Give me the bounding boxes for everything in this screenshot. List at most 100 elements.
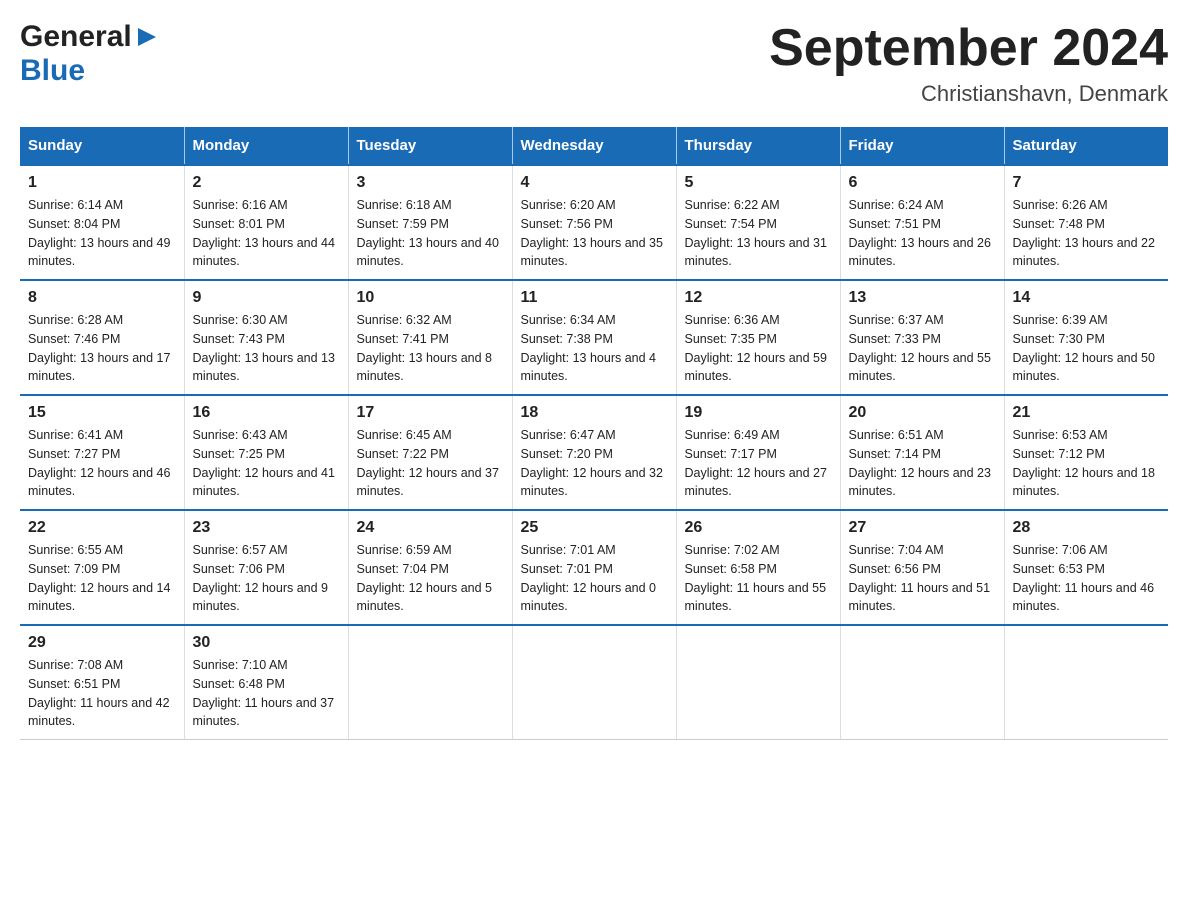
- day-info: Sunrise: 6:36 AMSunset: 7:35 PMDaylight:…: [685, 311, 832, 386]
- day-info: Sunrise: 6:47 AMSunset: 7:20 PMDaylight:…: [521, 426, 668, 501]
- calendar-week-row: 8 Sunrise: 6:28 AMSunset: 7:46 PMDayligh…: [20, 280, 1168, 395]
- day-number: 3: [357, 174, 504, 192]
- day-info: Sunrise: 6:39 AMSunset: 7:30 PMDaylight:…: [1013, 311, 1161, 386]
- calendar-cell: 9 Sunrise: 6:30 AMSunset: 7:43 PMDayligh…: [184, 280, 348, 395]
- logo-blue-text: Blue: [20, 54, 85, 87]
- calendar-cell: 17 Sunrise: 6:45 AMSunset: 7:22 PMDaylig…: [348, 395, 512, 510]
- location-title: Christianshavn, Denmark: [769, 81, 1168, 107]
- calendar-day-header-tuesday: Tuesday: [348, 127, 512, 165]
- day-info: Sunrise: 6:22 AMSunset: 7:54 PMDaylight:…: [685, 196, 832, 271]
- day-number: 30: [193, 634, 340, 652]
- day-info: Sunrise: 7:08 AMSunset: 6:51 PMDaylight:…: [28, 656, 176, 731]
- calendar-day-header-monday: Monday: [184, 127, 348, 165]
- day-number: 27: [849, 519, 996, 537]
- day-info: Sunrise: 6:59 AMSunset: 7:04 PMDaylight:…: [357, 541, 504, 616]
- calendar-day-header-wednesday: Wednesday: [512, 127, 676, 165]
- day-info: Sunrise: 6:37 AMSunset: 7:33 PMDaylight:…: [849, 311, 996, 386]
- day-info: Sunrise: 6:57 AMSunset: 7:06 PMDaylight:…: [193, 541, 340, 616]
- calendar-cell: 25 Sunrise: 7:01 AMSunset: 7:01 PMDaylig…: [512, 510, 676, 625]
- day-info: Sunrise: 6:24 AMSunset: 7:51 PMDaylight:…: [849, 196, 996, 271]
- calendar-cell: 30 Sunrise: 7:10 AMSunset: 6:48 PMDaylig…: [184, 625, 348, 740]
- calendar-cell: 10 Sunrise: 6:32 AMSunset: 7:41 PMDaylig…: [348, 280, 512, 395]
- calendar-cell: 16 Sunrise: 6:43 AMSunset: 7:25 PMDaylig…: [184, 395, 348, 510]
- calendar-cell: 29 Sunrise: 7:08 AMSunset: 6:51 PMDaylig…: [20, 625, 184, 740]
- day-info: Sunrise: 6:20 AMSunset: 7:56 PMDaylight:…: [521, 196, 668, 271]
- day-info: Sunrise: 7:02 AMSunset: 6:58 PMDaylight:…: [685, 541, 832, 616]
- calendar-cell: 18 Sunrise: 6:47 AMSunset: 7:20 PMDaylig…: [512, 395, 676, 510]
- calendar-cell: [840, 625, 1004, 740]
- calendar-cell: [676, 625, 840, 740]
- calendar-table: SundayMondayTuesdayWednesdayThursdayFrid…: [20, 127, 1168, 740]
- day-number: 18: [521, 404, 668, 422]
- day-number: 13: [849, 289, 996, 307]
- day-number: 24: [357, 519, 504, 537]
- day-info: Sunrise: 7:06 AMSunset: 6:53 PMDaylight:…: [1013, 541, 1161, 616]
- calendar-cell: 3 Sunrise: 6:18 AMSunset: 7:59 PMDayligh…: [348, 165, 512, 280]
- day-number: 6: [849, 174, 996, 192]
- day-number: 11: [521, 289, 668, 307]
- calendar-day-header-thursday: Thursday: [676, 127, 840, 165]
- day-number: 8: [28, 289, 176, 307]
- day-number: 23: [193, 519, 340, 537]
- calendar-cell: 15 Sunrise: 6:41 AMSunset: 7:27 PMDaylig…: [20, 395, 184, 510]
- page-header: General Blue September 2024 Christiansha…: [20, 20, 1168, 107]
- day-number: 7: [1013, 174, 1161, 192]
- logo-general-text: General: [20, 20, 132, 54]
- calendar-cell: 6 Sunrise: 6:24 AMSunset: 7:51 PMDayligh…: [840, 165, 1004, 280]
- day-info: Sunrise: 7:01 AMSunset: 7:01 PMDaylight:…: [521, 541, 668, 616]
- day-number: 22: [28, 519, 176, 537]
- day-info: Sunrise: 6:26 AMSunset: 7:48 PMDaylight:…: [1013, 196, 1161, 271]
- calendar-cell: 24 Sunrise: 6:59 AMSunset: 7:04 PMDaylig…: [348, 510, 512, 625]
- day-info: Sunrise: 7:04 AMSunset: 6:56 PMDaylight:…: [849, 541, 996, 616]
- calendar-cell: [1004, 625, 1168, 740]
- day-number: 12: [685, 289, 832, 307]
- calendar-cell: 8 Sunrise: 6:28 AMSunset: 7:46 PMDayligh…: [20, 280, 184, 395]
- calendar-week-row: 29 Sunrise: 7:08 AMSunset: 6:51 PMDaylig…: [20, 625, 1168, 740]
- calendar-cell: 1 Sunrise: 6:14 AMSunset: 8:04 PMDayligh…: [20, 165, 184, 280]
- calendar-cell: 19 Sunrise: 6:49 AMSunset: 7:17 PMDaylig…: [676, 395, 840, 510]
- day-number: 2: [193, 174, 340, 192]
- day-info: Sunrise: 6:55 AMSunset: 7:09 PMDaylight:…: [28, 541, 176, 616]
- day-number: 5: [685, 174, 832, 192]
- day-info: Sunrise: 6:32 AMSunset: 7:41 PMDaylight:…: [357, 311, 504, 386]
- day-info: Sunrise: 6:43 AMSunset: 7:25 PMDaylight:…: [193, 426, 340, 501]
- calendar-day-header-saturday: Saturday: [1004, 127, 1168, 165]
- day-info: Sunrise: 6:45 AMSunset: 7:22 PMDaylight:…: [357, 426, 504, 501]
- calendar-cell: 2 Sunrise: 6:16 AMSunset: 8:01 PMDayligh…: [184, 165, 348, 280]
- day-number: 16: [193, 404, 340, 422]
- calendar-cell: 4 Sunrise: 6:20 AMSunset: 7:56 PMDayligh…: [512, 165, 676, 280]
- day-info: Sunrise: 6:14 AMSunset: 8:04 PMDaylight:…: [28, 196, 176, 271]
- day-number: 4: [521, 174, 668, 192]
- calendar-header-row: SundayMondayTuesdayWednesdayThursdayFrid…: [20, 127, 1168, 165]
- calendar-cell: [348, 625, 512, 740]
- calendar-cell: 13 Sunrise: 6:37 AMSunset: 7:33 PMDaylig…: [840, 280, 1004, 395]
- calendar-cell: 22 Sunrise: 6:55 AMSunset: 7:09 PMDaylig…: [20, 510, 184, 625]
- calendar-cell: 14 Sunrise: 6:39 AMSunset: 7:30 PMDaylig…: [1004, 280, 1168, 395]
- calendar-cell: 21 Sunrise: 6:53 AMSunset: 7:12 PMDaylig…: [1004, 395, 1168, 510]
- calendar-cell: [512, 625, 676, 740]
- calendar-week-row: 22 Sunrise: 6:55 AMSunset: 7:09 PMDaylig…: [20, 510, 1168, 625]
- day-info: Sunrise: 6:16 AMSunset: 8:01 PMDaylight:…: [193, 196, 340, 271]
- calendar-cell: 26 Sunrise: 7:02 AMSunset: 6:58 PMDaylig…: [676, 510, 840, 625]
- day-number: 15: [28, 404, 176, 422]
- day-number: 9: [193, 289, 340, 307]
- day-number: 19: [685, 404, 832, 422]
- calendar-cell: 20 Sunrise: 6:51 AMSunset: 7:14 PMDaylig…: [840, 395, 1004, 510]
- day-number: 10: [357, 289, 504, 307]
- day-number: 26: [685, 519, 832, 537]
- calendar-day-header-sunday: Sunday: [20, 127, 184, 165]
- day-number: 14: [1013, 289, 1161, 307]
- calendar-cell: 27 Sunrise: 7:04 AMSunset: 6:56 PMDaylig…: [840, 510, 1004, 625]
- day-number: 28: [1013, 519, 1161, 537]
- month-title: September 2024: [769, 20, 1168, 77]
- calendar-cell: 5 Sunrise: 6:22 AMSunset: 7:54 PMDayligh…: [676, 165, 840, 280]
- calendar-week-row: 1 Sunrise: 6:14 AMSunset: 8:04 PMDayligh…: [20, 165, 1168, 280]
- day-info: Sunrise: 6:18 AMSunset: 7:59 PMDaylight:…: [357, 196, 504, 271]
- day-number: 25: [521, 519, 668, 537]
- day-info: Sunrise: 6:34 AMSunset: 7:38 PMDaylight:…: [521, 311, 668, 386]
- day-info: Sunrise: 6:53 AMSunset: 7:12 PMDaylight:…: [1013, 426, 1161, 501]
- calendar-cell: 7 Sunrise: 6:26 AMSunset: 7:48 PMDayligh…: [1004, 165, 1168, 280]
- calendar-cell: 12 Sunrise: 6:36 AMSunset: 7:35 PMDaylig…: [676, 280, 840, 395]
- logo: General Blue: [20, 20, 158, 88]
- day-number: 17: [357, 404, 504, 422]
